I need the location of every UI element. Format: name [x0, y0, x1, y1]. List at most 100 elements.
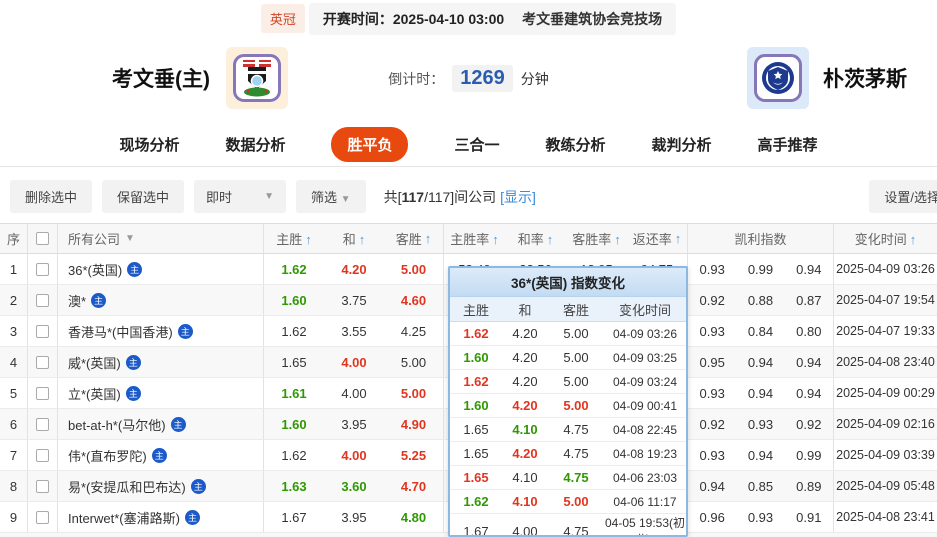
sort-asc-icon: ↑	[674, 231, 682, 246]
row-select[interactable]	[28, 378, 58, 408]
sort-asc-icon: ↑	[358, 232, 366, 247]
company-name[interactable]: 伟*(直布罗陀) 主	[58, 440, 264, 470]
row-select[interactable]	[28, 347, 58, 377]
filter-label: 筛选	[311, 190, 338, 205]
tab-高手推荐[interactable]: 高手推荐	[758, 127, 818, 162]
change-time: 2025-04-09 03:39	[836, 448, 935, 462]
header-home-odds[interactable]: 主胜 ↑	[264, 229, 324, 248]
row-checkbox[interactable]	[36, 355, 49, 369]
odds-value: 1.63	[281, 478, 307, 494]
row-checkbox[interactable]	[36, 293, 49, 307]
company-name[interactable]: 易*(安提瓜和巴布达) 主	[58, 471, 264, 501]
row-select[interactable]	[28, 440, 58, 470]
header-away-rate[interactable]: 客胜率 ↑	[566, 229, 627, 248]
popup-odds-value: 5.00	[563, 350, 589, 365]
kelly-value: 0.94	[796, 354, 822, 370]
row-select[interactable]	[28, 285, 58, 315]
row-select[interactable]	[28, 254, 58, 284]
kelly-value: 0.94	[747, 385, 774, 401]
change-time: 2025-04-09 02:16	[836, 417, 935, 431]
keep-selected-button[interactable]: 保留选中	[102, 180, 185, 213]
popup-header-cell: 和	[518, 302, 532, 318]
change-time: 2025-04-08 23:41	[836, 510, 935, 524]
row-select[interactable]	[28, 316, 58, 346]
kelly-value: 0.93	[747, 509, 774, 525]
row-checkbox[interactable]	[36, 262, 49, 276]
row-checkbox[interactable]	[36, 448, 49, 462]
tab-三合一[interactable]: 三合一	[454, 127, 499, 162]
kelly-value: 0.99	[747, 261, 774, 277]
company-label: Interwet*(塞浦路斯)	[68, 510, 180, 526]
kelly-values: 0.92 0.93 0.92	[688, 409, 834, 439]
popup-odds-value: 1.62	[463, 326, 489, 341]
header-draw-rate[interactable]: 和率 ↑	[505, 229, 566, 248]
company-name[interactable]: Interwet*(塞浦路斯) 主	[58, 502, 264, 532]
home-odds-icon: 主	[127, 261, 143, 277]
select-all-checkbox[interactable]	[36, 232, 49, 245]
kelly-value: 0.92	[699, 416, 725, 432]
company-name[interactable]: 澳* 主	[58, 285, 264, 315]
row-checkbox[interactable]	[36, 324, 49, 338]
company-name[interactable]: bet-at-h*(马尔他) 主	[58, 409, 264, 439]
row-checkbox[interactable]	[36, 417, 49, 431]
show-link[interactable]: [显示]	[500, 189, 536, 205]
kelly-values: 0.94 0.85 0.89	[688, 471, 834, 501]
sort-asc-icon: ↑	[614, 232, 621, 247]
popup-body: 1.62 4.20 5.00 04-09 03:26 1.60 4.20 5.00 04-09…	[450, 322, 686, 537]
kelly-values: 0.93 0.84 0.80	[688, 316, 834, 346]
odds-value: 1.60	[281, 416, 307, 432]
popup-row: 1.62 4.10 5.00 04-06 11:17	[450, 490, 686, 514]
popup-row: 1.60 4.20 5.00 04-09 03:25	[450, 346, 686, 370]
odds-value: 1.67	[281, 509, 307, 525]
header-home-rate[interactable]: 主胜率 ↑	[444, 229, 505, 248]
odds-value: 4.60	[384, 285, 444, 315]
sort-asc-icon: ↑	[492, 232, 499, 247]
row-checkbox[interactable]	[36, 479, 49, 493]
popup-row: 1.62 4.20 5.00 04-09 03:24	[450, 370, 686, 394]
row-seq: 5	[0, 378, 28, 408]
kelly-value: 0.94	[747, 354, 774, 370]
header-company[interactable]: 所有公司 ▼	[58, 224, 264, 253]
header-change-time[interactable]: 变化时间 ↑	[834, 229, 937, 248]
settings-select-button[interactable]: 设置/选择	[869, 180, 937, 213]
change-time: 2025-04-08 23:40	[836, 355, 935, 369]
kelly-value: 0.93	[699, 323, 725, 339]
header-select-all[interactable]	[28, 224, 58, 253]
home-odds-icon: 主	[125, 385, 141, 401]
company-name[interactable]: 36*(英国) 主	[58, 254, 264, 284]
kelly-value: 0.94	[699, 478, 725, 494]
header-return-rate[interactable]: 返还率 ↑	[627, 224, 688, 253]
popup-odds-value: 4.75	[563, 446, 589, 461]
odds-value: 5.00	[384, 254, 444, 284]
row-checkbox[interactable]	[36, 386, 49, 400]
popup-change-time: 04-06 23:03	[612, 470, 678, 485]
header-draw-odds[interactable]: 和 ↑	[324, 229, 384, 248]
filter-button[interactable]: 筛选 ▼	[296, 180, 366, 213]
tab-胜平负[interactable]: 胜平负	[331, 127, 409, 162]
tab-数据分析[interactable]: 数据分析	[225, 127, 285, 162]
tab-现场分析[interactable]: 现场分析	[119, 127, 179, 162]
delete-selected-button[interactable]: 删除选中	[10, 180, 93, 213]
row-select[interactable]	[28, 471, 58, 501]
odds-value: 4.80	[384, 502, 444, 532]
company-name[interactable]: 威*(英国) 主	[58, 347, 264, 377]
tab-教练分析[interactable]: 教练分析	[546, 127, 606, 162]
tab-裁判分析[interactable]: 裁判分析	[652, 127, 712, 162]
popup-change-time: 04-09 00:41	[612, 398, 678, 413]
popup-title: 36*(英国) 指数变化	[450, 268, 686, 297]
row-select[interactable]	[28, 409, 58, 439]
odds-value: 3.60	[341, 478, 367, 494]
popup-odds-value: 4.20	[512, 350, 538, 365]
countdown-label: 倒计时：	[388, 70, 445, 87]
away-crest-icon	[754, 54, 802, 102]
odds-mode-select[interactable]: 即时 ▼	[194, 180, 287, 213]
row-select[interactable]	[28, 502, 58, 532]
header-away-odds[interactable]: 客胜 ↑	[384, 224, 444, 253]
company-name[interactable]: 香港马*(中国香港) 主	[58, 316, 264, 346]
company-name[interactable]: 立*(英国) 主	[58, 378, 264, 408]
popup-odds-value: 4.00	[512, 523, 538, 537]
row-checkbox[interactable]	[36, 510, 49, 524]
row-seq: 2	[0, 285, 28, 315]
kelly-values: 0.93 0.94 0.99	[688, 440, 834, 470]
home-odds-icon: 主	[151, 447, 167, 463]
